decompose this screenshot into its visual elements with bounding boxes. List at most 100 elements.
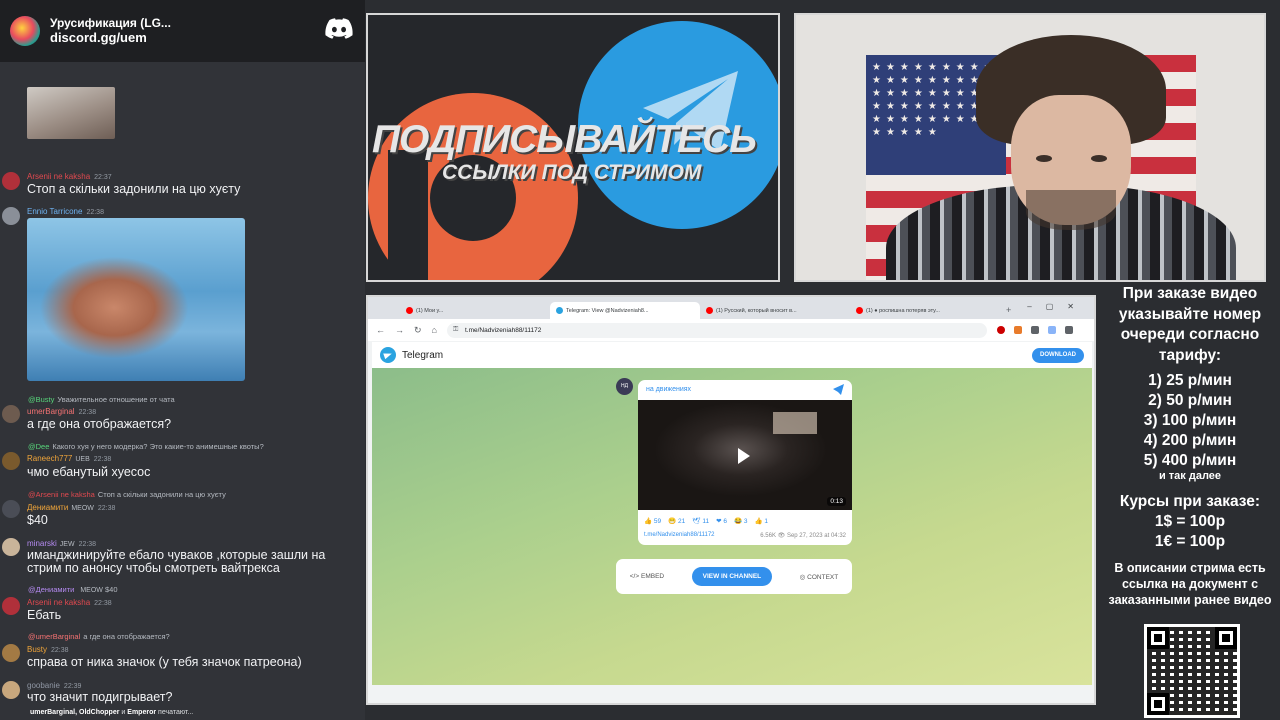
video-player[interactable]: 0:13: [638, 400, 852, 510]
reply-preview[interactable]: @Dee Какого хуя у него модерка? Это какие…: [28, 442, 264, 451]
chat-image-attachment[interactable]: [27, 218, 245, 381]
reaction[interactable]: 👍 59: [644, 517, 661, 525]
extension-icon[interactable]: [1013, 326, 1022, 334]
avatar[interactable]: [2, 405, 20, 423]
timestamp: 22:37: [94, 174, 112, 181]
chat-image-attachment[interactable]: [27, 87, 115, 139]
typing-users: umerBarginal, OldChopper: [30, 709, 120, 716]
message-author[interactable]: Busty 22:38: [27, 645, 69, 654]
reply-preview[interactable]: @Дениамити MEOW $40: [28, 585, 118, 594]
username[interactable]: goobanie: [27, 681, 60, 690]
avatar[interactable]: [2, 681, 20, 699]
reply-preview[interactable]: @Busty Уважительное отношение от чата: [28, 395, 175, 404]
message-author[interactable]: Дениамити MEOW 22:38: [27, 503, 115, 512]
reply-preview[interactable]: @umerBarginal а где она отображается?: [28, 632, 170, 641]
message-author[interactable]: goobanie 22:39: [27, 681, 81, 690]
reply-username: @Дениамити: [28, 585, 75, 594]
browser-tab[interactable]: (1) ● роспишна потеряв эту...: [850, 302, 1000, 319]
streamer-beard: [1026, 190, 1116, 230]
avatar[interactable]: [2, 172, 20, 190]
tab-label: (1) ● роспишна потеряв эту...: [866, 307, 940, 314]
embed-button[interactable]: </> EMBED: [630, 573, 664, 580]
avatar[interactable]: [2, 597, 20, 615]
username[interactable]: Ennio Tarricone: [27, 207, 82, 216]
extension-icons: [996, 326, 1073, 334]
username[interactable]: Дениамити: [27, 503, 68, 512]
reply-username: @Busty: [28, 395, 55, 404]
tariff-list: 1) 25 р/мин 2) 50 р/мин 3) 100 р/мин 4) …: [1100, 371, 1280, 471]
post-link[interactable]: t.me/Nadvizeniah88/11172: [644, 532, 715, 539]
rates-title: Курсы при заказе:: [1119, 493, 1261, 510]
browser-tab[interactable]: (1) Русский, который вносит в...: [700, 302, 850, 319]
back-icon[interactable]: ←: [376, 325, 385, 335]
reaction[interactable]: 😂 3: [734, 517, 748, 525]
banner-title: ПОДПИСЫВАЙТЕСЬ: [372, 118, 757, 161]
username[interactable]: minarski: [27, 539, 57, 548]
address-bar[interactable]: ⚿ t.me/Nadvizeniah88/11172: [446, 322, 987, 338]
message-text: чмо ебанутый хуесос: [27, 465, 151, 479]
avatar[interactable]: [2, 538, 20, 556]
server-info: Урусификация (LG... discord.gg/uem: [50, 16, 171, 46]
extension-icon[interactable]: [1047, 326, 1056, 334]
tab-favicon: [706, 307, 713, 314]
tab-label: (1) Русский, который вносит в...: [716, 307, 797, 314]
reply-text: Какого хуя у него модерка? Это какие-то …: [52, 442, 264, 451]
new-tab-icon[interactable]: +: [1006, 302, 1011, 319]
message-author[interactable]: umerBarginal 22:38: [27, 407, 96, 416]
browser-tab[interactable]: (1) Мои у...: [400, 302, 550, 319]
qr-finder: [1215, 627, 1237, 649]
username[interactable]: Busty: [27, 645, 47, 654]
home-icon[interactable]: ⌂: [432, 325, 437, 335]
username[interactable]: Arsenii ne kaksha: [27, 172, 90, 181]
browser-tab-active[interactable]: Telegram: View @Nadvizeniah8...: [550, 302, 700, 319]
extension-icon[interactable]: [996, 326, 1005, 334]
reaction[interactable]: 👍 1: [754, 517, 768, 525]
qr-code[interactable]: [1144, 624, 1240, 718]
tab-strip: (1) Мои у... Telegram: View @Nadvizeniah…: [368, 297, 1094, 319]
tab-favicon: [556, 307, 563, 314]
eye: [1091, 155, 1107, 162]
message-author[interactable]: minarski JEW 22:38: [27, 539, 96, 548]
avatar[interactable]: [2, 644, 20, 662]
role-badge: UEB: [75, 456, 90, 463]
avatar[interactable]: [2, 207, 20, 225]
reaction[interactable]: 🕊 11: [692, 517, 709, 525]
tab-label: (1) Мои у...: [416, 307, 444, 314]
play-icon[interactable]: [738, 448, 750, 464]
reply-username: @Dee: [28, 442, 50, 451]
context-button[interactable]: ◎ CONTEXT: [800, 573, 839, 581]
window-controls[interactable]: –▢✕: [1027, 302, 1088, 311]
extension-icon[interactable]: [1030, 326, 1039, 334]
reply-preview[interactable]: @Arsenii ne kaksha Стоп а скільки задонил…: [28, 490, 226, 499]
telegram-logo-icon: [380, 347, 396, 363]
reaction[interactable]: 😁 21: [668, 517, 685, 525]
view-in-channel-button[interactable]: VIEW IN CHANNEL: [691, 567, 773, 586]
message-author[interactable]: Arsenii ne kaksha 22:37: [27, 172, 112, 181]
reply-text: $40: [105, 585, 118, 594]
avatar[interactable]: [2, 452, 20, 470]
message-author[interactable]: Raneech777 UEB 22:38: [27, 454, 111, 463]
channel-avatar[interactable]: НД: [616, 378, 633, 395]
forward-icon[interactable]: →: [395, 325, 404, 335]
eye: [1036, 155, 1052, 162]
username[interactable]: umerBarginal: [27, 407, 75, 416]
message-text: $40: [27, 513, 48, 527]
username[interactable]: Arsenii ne kaksha: [27, 598, 90, 607]
lock-icon: ⚿: [452, 325, 459, 333]
message-author[interactable]: Arsenii ne kaksha 22:38: [27, 598, 112, 607]
url-text: t.me/Nadvizeniah88/11172: [464, 326, 542, 334]
post-stats: 6.56K 👁 Sep 27, 2023 at 04:32: [760, 532, 846, 539]
eye-icon: 👁: [777, 533, 786, 539]
tariff-item: 3) 100 р/мин: [1143, 412, 1237, 429]
channel-name[interactable]: на движениях: [646, 386, 691, 393]
avatar[interactable]: [2, 500, 20, 518]
server-invite-link[interactable]: discord.gg/uem: [50, 30, 171, 46]
username[interactable]: Raneech777: [27, 454, 72, 463]
download-button[interactable]: DOWNLOAD: [1032, 348, 1084, 363]
menu-icon[interactable]: [1064, 326, 1073, 334]
reload-icon[interactable]: ↻: [414, 325, 422, 336]
message-author[interactable]: Ennio Tarricone 22:38: [27, 207, 104, 216]
timestamp: 22:38: [93, 456, 112, 463]
message-text-line: иманджинируйте ебало чуваков ,которые за…: [27, 548, 326, 562]
reaction[interactable]: ❤ 6: [716, 517, 727, 525]
